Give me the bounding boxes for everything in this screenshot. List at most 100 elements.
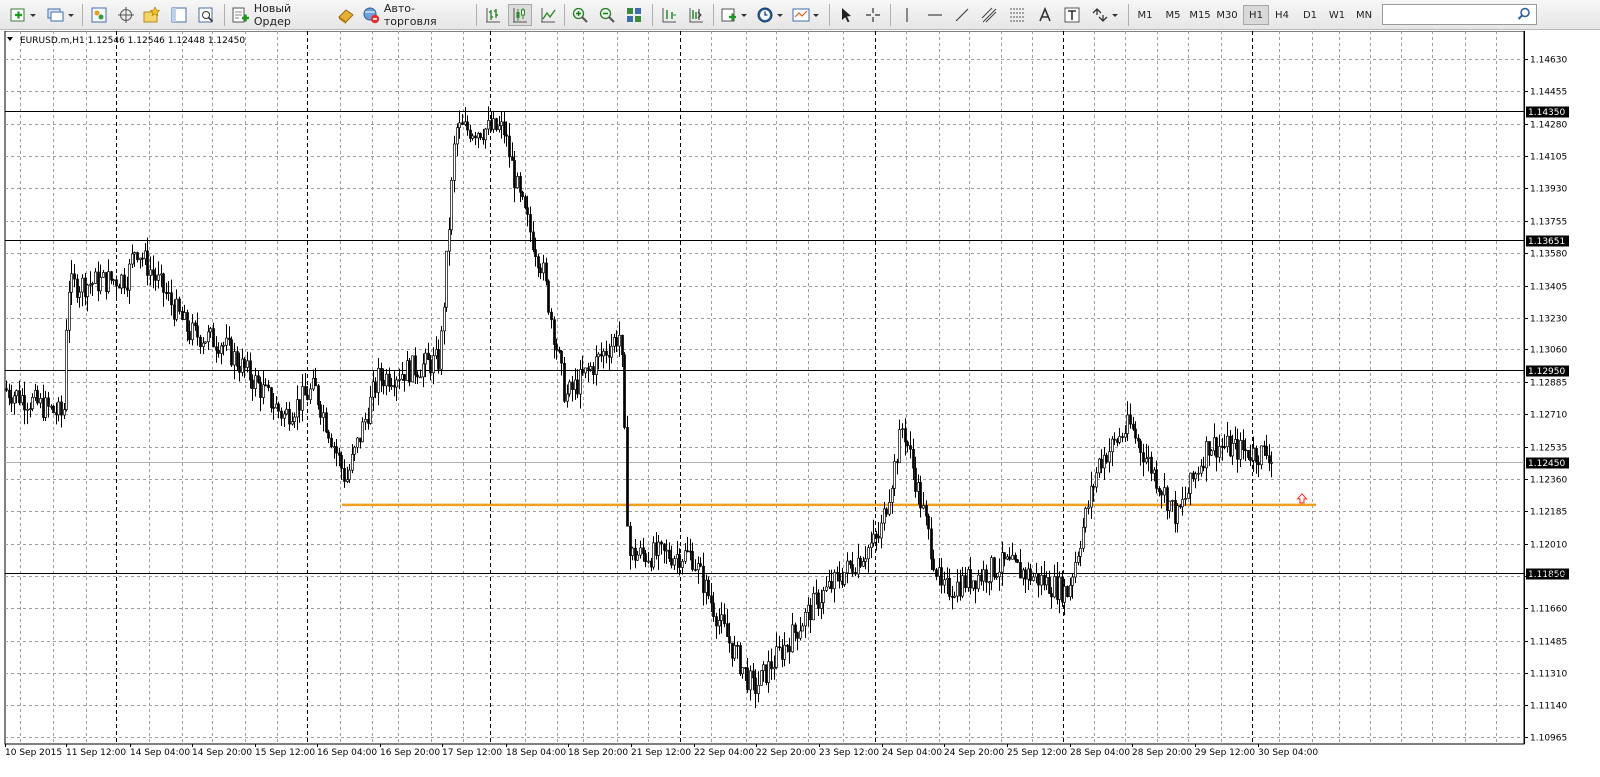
candle-body: [1249, 457, 1252, 461]
price-tick-label: 1.12185: [1530, 508, 1567, 518]
plot-frame: [4, 31, 1525, 745]
candle-body: [1236, 439, 1239, 460]
timeframe-w1[interactable]: W1: [1324, 5, 1350, 25]
candle-body: [589, 366, 592, 370]
candle-body: [259, 381, 262, 398]
candle-body: [327, 431, 330, 439]
candle-body: [726, 623, 729, 637]
candle-body: [752, 670, 755, 679]
candle-body: [1048, 576, 1051, 594]
arrows-button[interactable]: [1089, 4, 1121, 26]
buy-arrow-icon[interactable]: [1296, 493, 1308, 504]
metaeditor-button[interactable]: [335, 4, 357, 26]
candle-body: [10, 397, 13, 404]
text-box-icon: [1064, 7, 1080, 23]
candle-body: [925, 505, 928, 517]
candle-body: [440, 330, 443, 370]
text-box-button[interactable]: [1061, 4, 1083, 26]
candle-body: [699, 563, 702, 567]
profiles-button[interactable]: [44, 4, 76, 26]
horizontal-line-button[interactable]: [924, 4, 946, 26]
candle-body: [859, 557, 862, 567]
templates-button[interactable]: [791, 4, 823, 26]
timeframe-m1[interactable]: M1: [1132, 5, 1158, 25]
strategy-tester-button[interactable]: [195, 4, 217, 26]
crosshair-button[interactable]: [862, 4, 884, 26]
candle-body: [901, 428, 904, 431]
candle-body: [230, 339, 233, 366]
timeframe-mn[interactable]: MN: [1351, 5, 1377, 25]
auto-scroll-button[interactable]: [658, 4, 680, 26]
price-tick-label: 1.11660: [1530, 605, 1567, 615]
candle-body: [120, 274, 123, 289]
vertical-line-button[interactable]: [896, 4, 918, 26]
fibonacci-button[interactable]: [1006, 4, 1028, 26]
candle-body: [107, 271, 110, 292]
timeframe-h1[interactable]: H1: [1243, 5, 1269, 25]
line-chart-button[interactable]: [537, 4, 559, 26]
new-chart-button[interactable]: [8, 4, 40, 26]
autotrading-button[interactable]: Авто-торговля: [361, 2, 467, 28]
tile-windows-button[interactable]: [623, 4, 645, 26]
candle-body: [822, 590, 825, 603]
navigator-button[interactable]: [141, 4, 163, 26]
search-input[interactable]: [1382, 4, 1537, 25]
candle-body: [424, 352, 427, 365]
equidistant-channel-button[interactable]: [978, 4, 1000, 26]
candle-body: [610, 345, 613, 358]
candle-body: [1118, 436, 1121, 443]
timeframe-m5[interactable]: M5: [1160, 5, 1186, 25]
candle-body: [1129, 414, 1132, 425]
zoom-out-button[interactable]: [596, 4, 618, 26]
candle-body: [820, 602, 823, 609]
candle-body: [592, 366, 595, 375]
candle-body: [762, 664, 765, 672]
candle-body: [817, 592, 820, 609]
cursor-button[interactable]: [835, 4, 857, 26]
trendline-button[interactable]: [951, 4, 973, 26]
zoom-in-button[interactable]: [569, 4, 591, 26]
timeframe-m30[interactable]: M30: [1214, 5, 1240, 25]
timeframe-d1[interactable]: D1: [1297, 5, 1323, 25]
candle-body: [419, 376, 422, 379]
terminal-button[interactable]: [168, 4, 190, 26]
candle-body: [668, 549, 671, 560]
search-icon[interactable]: [1517, 7, 1531, 21]
data-window-button[interactable]: [115, 4, 137, 26]
market-watch-button[interactable]: [88, 4, 110, 26]
chart-shift-button[interactable]: [685, 4, 707, 26]
bar-chart-button[interactable]: [482, 4, 504, 26]
candle-body: [809, 604, 812, 621]
candle-body: [304, 386, 307, 396]
price-tick-label: 1.12885: [1530, 379, 1567, 389]
timeframe-h4[interactable]: H4: [1269, 5, 1295, 25]
indicators-button[interactable]: [719, 4, 751, 26]
candle-body: [374, 381, 377, 393]
candle-body: [1082, 526, 1085, 549]
candle-body: [186, 312, 189, 332]
candle-body: [154, 274, 157, 281]
chart-shift-icon: [689, 8, 703, 23]
periods-button[interactable]: [755, 4, 787, 26]
channel-icon: [981, 7, 997, 23]
new-order-button[interactable]: Новый Ордер: [231, 2, 331, 28]
candle-body: [225, 337, 228, 346]
candle-body: [471, 135, 474, 139]
candle-body: [767, 661, 770, 683]
candle-body: [5, 388, 8, 391]
candle-body: [453, 143, 456, 181]
new-chart-icon: [10, 8, 36, 22]
level-price-label: 1.12950: [1528, 367, 1565, 377]
candle-body: [956, 581, 959, 597]
time-tick-label: 15 Sep 12:00: [255, 748, 315, 758]
text-label-button[interactable]: [1034, 4, 1056, 26]
candle-body: [1090, 485, 1093, 508]
candlestick-chart-button[interactable]: [508, 4, 532, 26]
chart-window[interactable]: 1.14350 1.13651 1.12950 1.11850 1.12450 1.14…: [0, 31, 1600, 777]
timeframe-m15[interactable]: M15: [1187, 5, 1213, 25]
collapse-triangle-icon[interactable]: [7, 37, 13, 41]
candle-body: [846, 560, 849, 574]
price-chart[interactable]: 1.143501.136511.129501.118501.12450 1.14…: [0, 31, 1600, 777]
candle-body: [560, 350, 563, 364]
price-tick-label: 1.14105: [1530, 153, 1567, 163]
